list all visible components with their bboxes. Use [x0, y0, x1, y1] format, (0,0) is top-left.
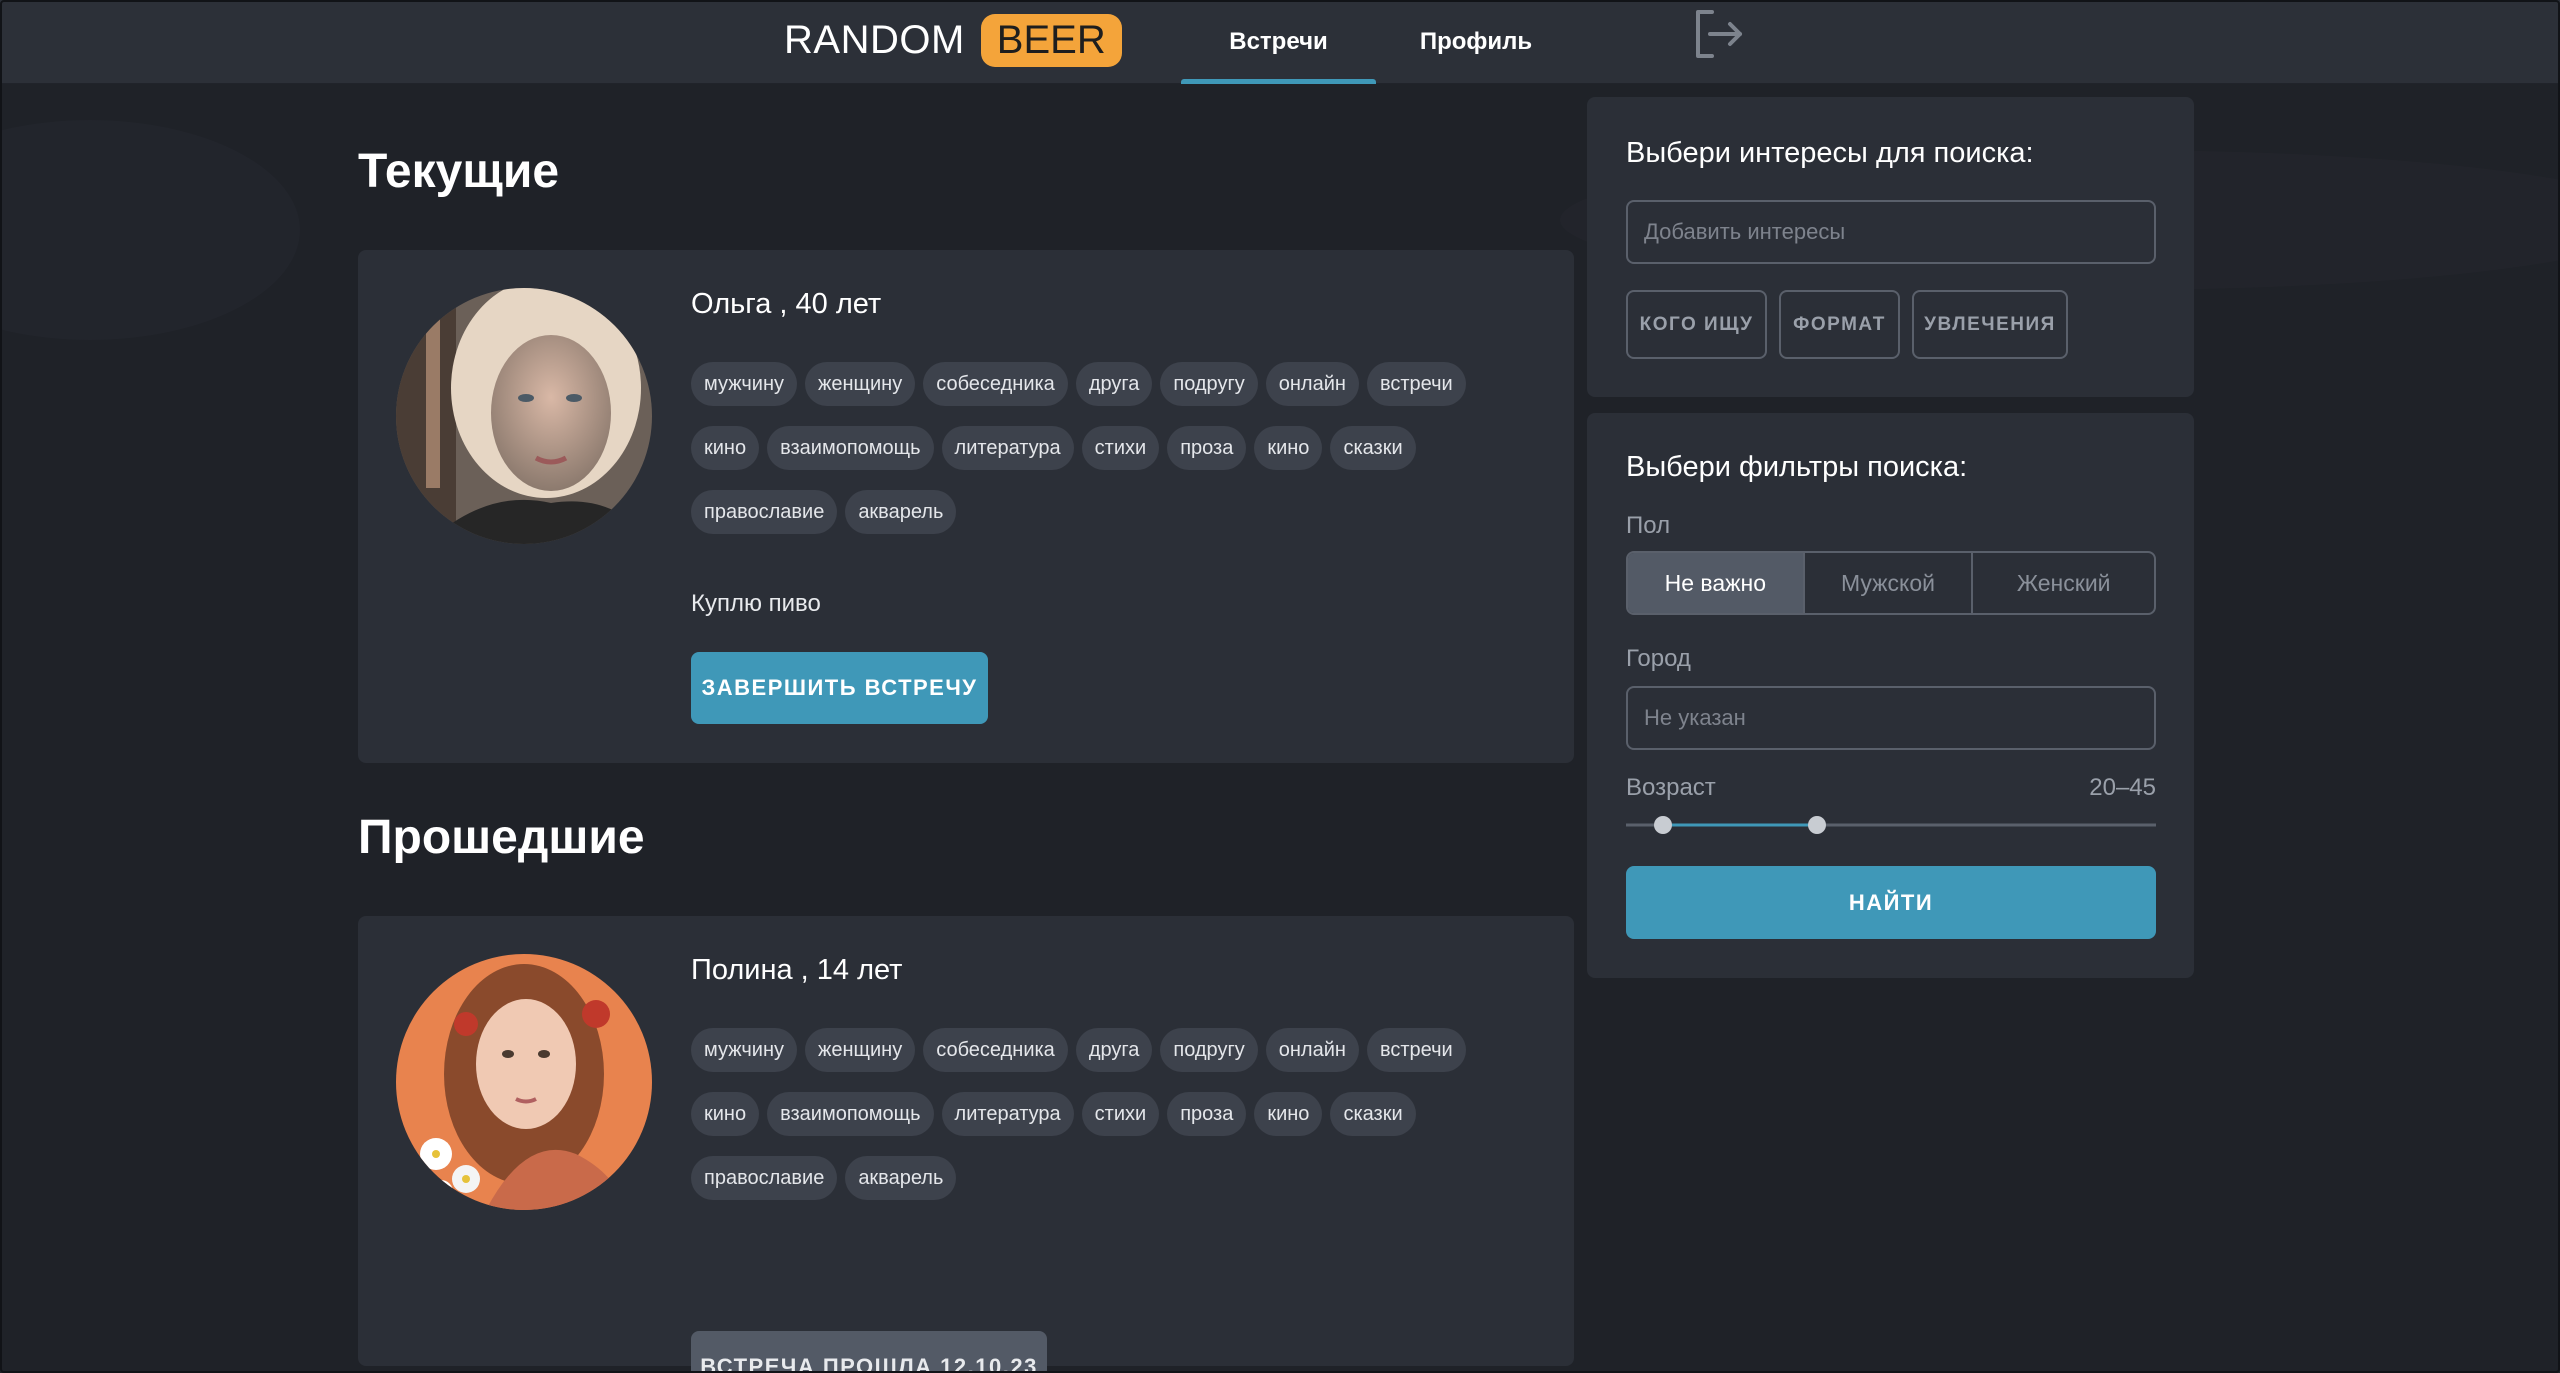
interest-tags: мужчину женщину собеседника друга подруг…	[691, 1028, 1491, 1200]
interest-tag: онлайн	[1265, 362, 1359, 406]
interest-tag: собеседника	[923, 1028, 1068, 1072]
interest-tag: сказки	[1330, 426, 1416, 470]
interests-input[interactable]	[1626, 200, 2156, 264]
interest-tag: сказки	[1330, 1092, 1416, 1136]
gender-segmented-control: Не важно Мужской Женский	[1626, 551, 2156, 615]
interest-tag: акварель	[845, 490, 957, 534]
interest-tag: друга	[1075, 1028, 1153, 1072]
interest-tag: онлайн	[1265, 1028, 1359, 1072]
age-range-value: 20–45	[2089, 774, 2156, 801]
interest-tag: взаимопомощь	[767, 426, 934, 470]
interest-tag: кино	[691, 426, 760, 470]
logo-badge-beer: BEER	[980, 13, 1122, 67]
tab-profile-label: Профиль	[1419, 28, 1533, 55]
interest-tag: литература	[941, 426, 1074, 470]
avatar	[396, 288, 652, 544]
interest-tag: женщину	[805, 1028, 916, 1072]
finish-meeting-button[interactable]: ЗАВЕРШИТЬ ВСТРЕЧУ	[691, 652, 988, 724]
interest-tag: подругу	[1160, 1028, 1258, 1072]
interest-tag: мужчину	[691, 1028, 797, 1072]
interest-tag: православие	[691, 1156, 838, 1200]
filter-chip-who[interactable]: КОГО ИЩУ	[1626, 290, 1767, 359]
interest-tags: мужчину женщину собеседника друга подруг…	[691, 362, 1491, 534]
interest-tag: встречи	[1366, 362, 1466, 406]
logout-icon[interactable]	[1690, 6, 1746, 62]
interest-tag: подругу	[1160, 362, 1258, 406]
city-label: Город	[1626, 645, 1691, 672]
interest-tag: взаимопомощь	[767, 1092, 934, 1136]
tab-profile[interactable]: Профиль	[1376, 0, 1576, 84]
gender-label: Пол	[1626, 512, 1671, 539]
search-button[interactable]: НАЙТИ	[1626, 866, 2156, 939]
age-label: Возраст	[1626, 774, 1716, 801]
meeting-past-status-button: ВСТРЕЧА ПРОШЛА 12.10.23	[691, 1331, 1047, 1373]
age-max-thumb	[1808, 816, 1826, 834]
interests-panel-title: Выбери интересы для поиска:	[1626, 137, 2034, 169]
gender-option-male[interactable]: Мужской	[1805, 553, 1974, 613]
interest-tag: кино	[1254, 426, 1323, 470]
gender-option-any[interactable]: Не важно	[1628, 553, 1805, 613]
app-root: RANDOM BEER Встречи Профиль Текущие Ольг…	[0, 0, 2560, 1373]
meeting-card-past: Полина , 14 лет мужчину женщину собеседн…	[358, 916, 1574, 1373]
logo-text-random: RANDOM	[784, 17, 965, 62]
filters-panel-title: Выбери фильтры поиска:	[1626, 451, 1968, 483]
age-range-slider[interactable]	[1626, 813, 2156, 837]
section-title-current: Текущие	[358, 145, 560, 198]
tab-meetings-label: Встречи	[1229, 28, 1328, 55]
interest-tag: собеседника	[923, 362, 1068, 406]
avatar	[396, 954, 652, 1210]
interest-tag: литература	[941, 1092, 1074, 1136]
city-input[interactable]	[1626, 686, 2156, 750]
interest-tag: кино	[691, 1092, 760, 1136]
interest-tag: проза	[1167, 426, 1247, 470]
filters-panel: Выбери фильтры поиска: Пол Не важно Мужс…	[1587, 413, 2194, 978]
meeting-card-current: Ольга , 40 лет мужчину женщину собеседни…	[358, 250, 1574, 763]
filter-chip-hobbies[interactable]: УВЛЕЧЕНИЯ	[1912, 290, 2068, 359]
app-logo[interactable]: RANDOM BEER	[784, 6, 1122, 74]
age-min-thumb	[1654, 816, 1672, 834]
top-navigation-bar: RANDOM BEER Встречи Профиль	[0, 0, 2560, 84]
interest-tag: акварель	[845, 1156, 957, 1200]
background-shape	[0, 120, 300, 340]
interest-tag: женщину	[805, 362, 916, 406]
meeting-partner-name: Ольга , 40 лет	[691, 288, 882, 320]
meeting-note: Куплю пиво	[691, 590, 821, 617]
interest-tag: встречи	[1366, 1028, 1466, 1072]
interests-panel: Выбери интересы для поиска: КОГО ИЩУ ФОР…	[1587, 97, 2194, 397]
meeting-partner-name: Полина , 14 лет	[691, 954, 903, 986]
interest-tag: мужчину	[691, 362, 797, 406]
interest-tag: кино	[1254, 1092, 1323, 1136]
section-title-past: Прошедшие	[358, 811, 645, 864]
interest-tag: православие	[691, 490, 838, 534]
interest-tag: стихи	[1081, 426, 1160, 470]
interest-tag: стихи	[1081, 1092, 1160, 1136]
gender-option-female[interactable]: Женский	[1973, 553, 2154, 613]
filter-chip-format[interactable]: ФОРМАТ	[1779, 290, 1900, 359]
tab-meetings[interactable]: Встречи	[1181, 0, 1376, 84]
interest-tag: проза	[1167, 1092, 1247, 1136]
interest-tag: друга	[1075, 362, 1153, 406]
